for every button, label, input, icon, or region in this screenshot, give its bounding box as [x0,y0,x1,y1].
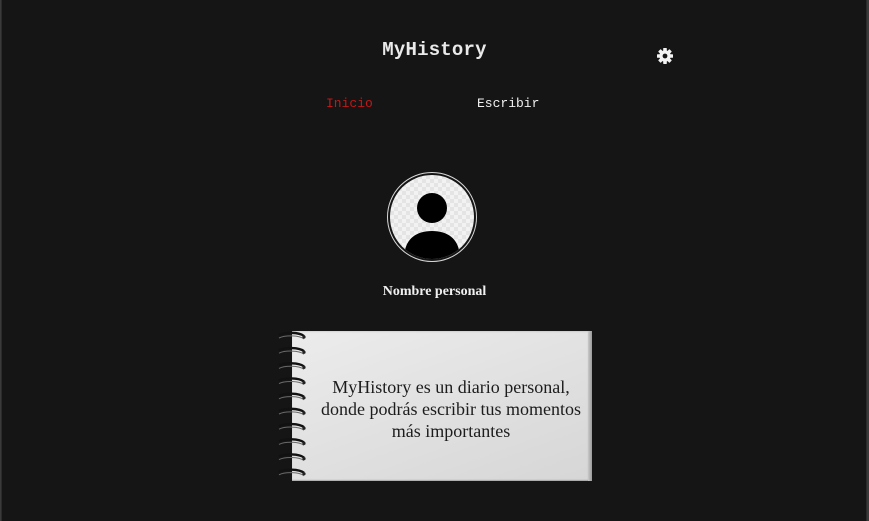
user-silhouette-icon [404,193,460,259]
notebook-spiral [277,331,307,481]
avatar-image [390,175,474,259]
notebook-description: MyHistory es un diario personal, donde p… [321,377,581,441]
user-name: Nombre personal [382,284,487,299]
nav-escribir-link[interactable]: Escribir [477,96,539,111]
settings-button[interactable] [655,46,675,66]
app-title: MyHistory [382,39,487,61]
avatar [387,172,477,262]
nav-inicio-link[interactable]: Inicio [326,96,373,111]
gear-icon [657,48,673,64]
